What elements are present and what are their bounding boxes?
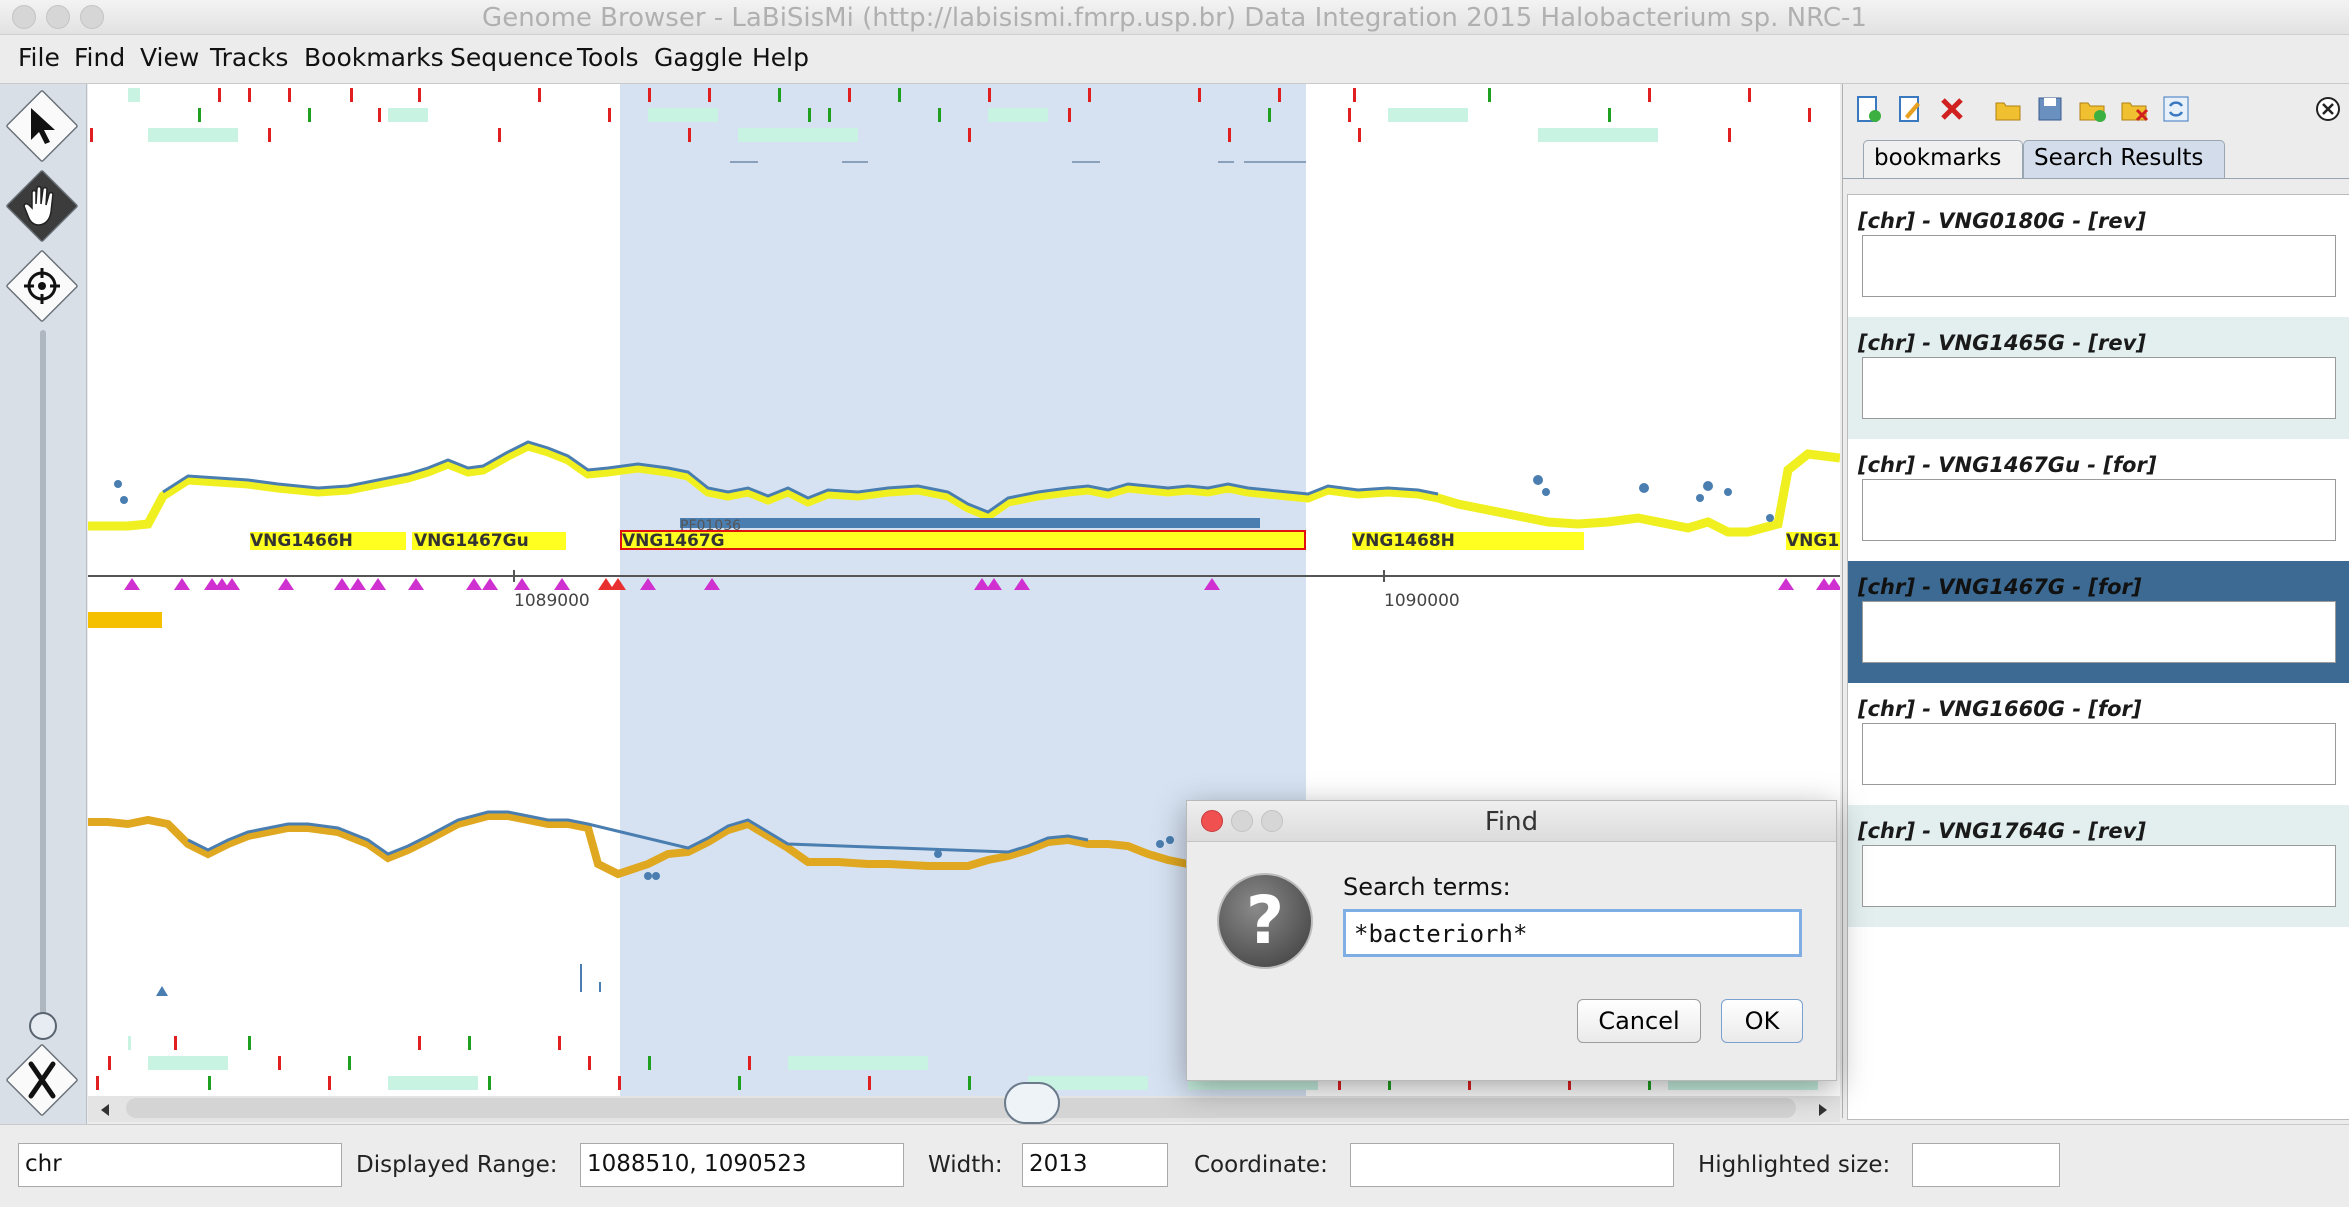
- ok-button[interactable]: OK: [1721, 999, 1803, 1043]
- menu-gaggle[interactable]: Gaggle: [654, 43, 743, 72]
- horizontal-scrollbar[interactable]: [88, 1082, 1840, 1124]
- question-icon: ?: [1217, 873, 1313, 969]
- chromosome-field[interactable]: chr: [18, 1143, 342, 1187]
- top-probe-ticks: [90, 88, 1811, 142]
- menu-help[interactable]: Help: [752, 43, 809, 72]
- cancel-button[interactable]: Cancel: [1577, 999, 1701, 1043]
- arrow-select-icon: [6, 90, 78, 162]
- tool-strip: [0, 84, 87, 1124]
- dialog-titlebar: Find: [1187, 801, 1836, 842]
- pf-feature-bar: [680, 518, 1260, 528]
- sync-icon[interactable]: [2161, 94, 2191, 124]
- scroll-left-icon[interactable]: [98, 1102, 112, 1121]
- window-titlebar: Genome Browser - LaBiSisMi (http://labis…: [0, 0, 2349, 35]
- status-bar: chr Displayed Range: 1088510, 1090523 Wi…: [0, 1124, 2349, 1207]
- zoom-out-x-icon: [6, 1044, 78, 1116]
- motif-triangles: [124, 578, 1840, 590]
- window-title: Genome Browser - LaBiSisMi (http://labis…: [482, 3, 1867, 33]
- result-title: [chr] - VNG1764G - [rev]: [1858, 819, 2146, 843]
- search-terms-input[interactable]: *bacteriorh*: [1343, 909, 1802, 957]
- bookmark-panel: bookmarks Search Results [chr] - VNG0180…: [1842, 84, 2349, 1120]
- new-bookmark-icon[interactable]: [1853, 94, 1883, 124]
- menu-sequence[interactable]: Sequence: [450, 43, 573, 72]
- result-notes[interactable]: [1862, 235, 2336, 297]
- gene-label: VNG1467G: [622, 531, 725, 551]
- crosshair-icon: [6, 250, 78, 322]
- delete-icon[interactable]: [1937, 94, 1967, 124]
- scroll-thumb[interactable]: [1004, 1082, 1060, 1124]
- result-item[interactable]: [chr] - VNG1764G - [rev]: [1848, 805, 2349, 927]
- highlighted-size-label: Highlighted size:: [1698, 1152, 1891, 1178]
- hand-pan-icon: [6, 170, 78, 242]
- axis-tick-label: 1090000: [1384, 591, 1460, 611]
- expression-profile-orange: [88, 812, 1229, 879]
- dialog-title: Find: [1484, 807, 1539, 837]
- displayed-range-field[interactable]: 1088510, 1090523: [580, 1143, 904, 1187]
- close-panel-icon[interactable]: [2313, 94, 2343, 124]
- result-notes[interactable]: [1862, 845, 2336, 907]
- menu-file[interactable]: File: [18, 43, 60, 72]
- menu-bookmarks[interactable]: Bookmarks: [304, 43, 444, 72]
- result-notes[interactable]: [1862, 357, 2336, 419]
- menu-tracks[interactable]: Tracks: [210, 43, 288, 72]
- add-folder-icon[interactable]: [2077, 94, 2107, 124]
- result-notes[interactable]: [1862, 723, 2336, 785]
- menu-tools[interactable]: Tools: [577, 43, 639, 72]
- search-terms-label: Search terms:: [1343, 873, 1511, 901]
- panel-toolbar: [1843, 84, 2349, 134]
- result-item[interactable]: [chr] - VNG0180G - [rev]: [1848, 195, 2349, 317]
- result-title: [chr] - VNG1465G - [rev]: [1858, 331, 2146, 355]
- result-notes[interactable]: [1862, 601, 2336, 663]
- gene-label: VNG1: [1786, 531, 1840, 551]
- result-title: [chr] - VNG1660G - [for]: [1858, 697, 2142, 721]
- result-item[interactable]: [chr] - VNG1660G - [for]: [1848, 683, 2349, 805]
- find-dialog: Find ? Search terms: *bacteriorh* Cancel…: [1186, 800, 1837, 1081]
- scroll-track[interactable]: [126, 1098, 1796, 1118]
- search-results-list: [chr] - VNG0180G - [rev] [chr] - VNG1465…: [1847, 194, 2349, 1120]
- gene-label: VNG1467Gu: [414, 531, 529, 551]
- result-title: [chr] - VNG1467Gu - [for]: [1858, 453, 2157, 477]
- coordinate-label: Coordinate:: [1194, 1152, 1328, 1178]
- coordinate-field[interactable]: [1350, 1143, 1674, 1187]
- zoom-slider-thumb[interactable]: [29, 1012, 57, 1040]
- save-icon[interactable]: [2035, 94, 2065, 124]
- result-notes[interactable]: [1862, 479, 2336, 541]
- orange-feature: [88, 612, 162, 628]
- open-folder-icon[interactable]: [1993, 94, 2023, 124]
- tab-bookmarks[interactable]: bookmarks: [1863, 140, 2023, 178]
- result-title: [chr] - VNG1467G - [for]: [1858, 575, 2142, 599]
- menu-view[interactable]: View: [140, 43, 199, 72]
- tab-search-results[interactable]: Search Results: [2023, 140, 2225, 178]
- gene-label: VNG1466H: [250, 531, 353, 551]
- panel-tabs: bookmarks Search Results: [1843, 138, 2349, 179]
- menu-find[interactable]: Find: [74, 43, 125, 72]
- axis-tick-label: 1089000: [514, 591, 590, 611]
- result-title: [chr] - VNG0180G - [rev]: [1858, 209, 2146, 233]
- result-item[interactable]: [chr] - VNG1465G - [rev]: [1848, 317, 2349, 439]
- feature-label: PF01036: [680, 518, 742, 530]
- menu-bar: File Find View Tracks Bookmarks Sequence…: [0, 35, 2349, 84]
- remove-folder-icon[interactable]: [2119, 94, 2149, 124]
- width-label: Width:: [928, 1152, 1003, 1178]
- zoom-slider-track[interactable]: [40, 330, 46, 1020]
- result-item-selected[interactable]: [chr] - VNG1467G - [for]: [1848, 561, 2349, 683]
- result-item[interactable]: [chr] - VNG1467Gu - [for]: [1848, 439, 2349, 561]
- edit-bookmark-icon[interactable]: [1895, 94, 1925, 124]
- range-label: Displayed Range:: [356, 1152, 558, 1178]
- scroll-right-icon[interactable]: [1816, 1102, 1830, 1121]
- gene-label: VNG1468H: [1352, 531, 1455, 551]
- highlighted-size-field[interactable]: [1912, 1143, 2060, 1187]
- width-field[interactable]: 2013: [1022, 1143, 1168, 1187]
